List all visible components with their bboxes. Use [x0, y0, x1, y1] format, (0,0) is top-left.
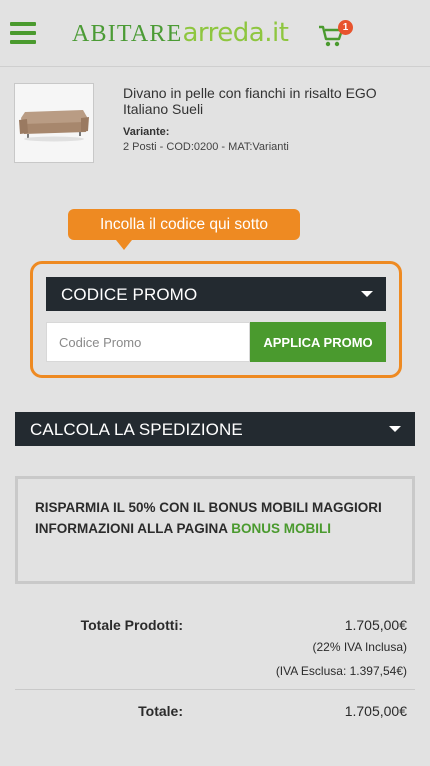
product-name[interactable]: Divano in pelle con fianchi in risalto E…: [123, 85, 413, 117]
variant-label: Variante:: [123, 126, 170, 138]
shipping-calculator-toggle[interactable]: CALCOLA LA SPEDIZIONE: [15, 412, 415, 446]
chevron-down-icon: [361, 291, 373, 297]
logo-text-arreda: arreda.it: [182, 18, 289, 48]
bonus-notice-text: RISPARMIA IL 50% CON IL BONUS MOBILI MAG…: [35, 497, 395, 539]
callout-pointer: [116, 240, 132, 250]
cart-count-badge: 1: [338, 20, 353, 35]
promo-hint-callout: Incolla il codice qui sotto: [68, 209, 300, 240]
products-total-value: 1.705,00€: [344, 617, 407, 633]
products-total-label: Totale Prodotti:: [80, 617, 183, 633]
sofa-image: [15, 84, 93, 162]
logo-text-abitare: ABITARE: [72, 21, 183, 47]
grand-total-value: 1.705,00€: [344, 703, 407, 719]
site-header: ABITARE arreda.it 1: [0, 0, 430, 66]
variant-value: 2 Posti - COD:0200 - MAT:Varianti: [123, 141, 289, 153]
site-logo[interactable]: ABITARE arreda.it: [72, 18, 289, 52]
chevron-down-icon: [389, 426, 401, 432]
vat-excluded-note: (IVA Esclusa: 1.397,54€): [275, 664, 407, 678]
vat-included-note: (22% IVA Inclusa): [312, 640, 408, 654]
grand-total-label: Totale:: [138, 703, 183, 719]
header-divider: [0, 66, 430, 67]
cart-button[interactable]: 1: [318, 20, 353, 48]
promo-code-title: CODICE PROMO: [61, 285, 198, 304]
bonus-mobili-link[interactable]: BONUS MOBILI: [231, 521, 331, 536]
product-thumbnail[interactable]: [14, 83, 94, 163]
promo-code-toggle[interactable]: CODICE PROMO: [46, 277, 386, 311]
hamburger-icon[interactable]: [10, 22, 36, 44]
promo-code-input[interactable]: [46, 322, 250, 362]
bonus-mobili-notice: RISPARMIA IL 50% CON IL BONUS MOBILI MAG…: [15, 476, 415, 584]
apply-promo-button[interactable]: APPLICA PROMO: [250, 322, 386, 362]
totals-divider: [15, 689, 415, 690]
shipping-title: CALCOLA LA SPEDIZIONE: [30, 420, 243, 439]
